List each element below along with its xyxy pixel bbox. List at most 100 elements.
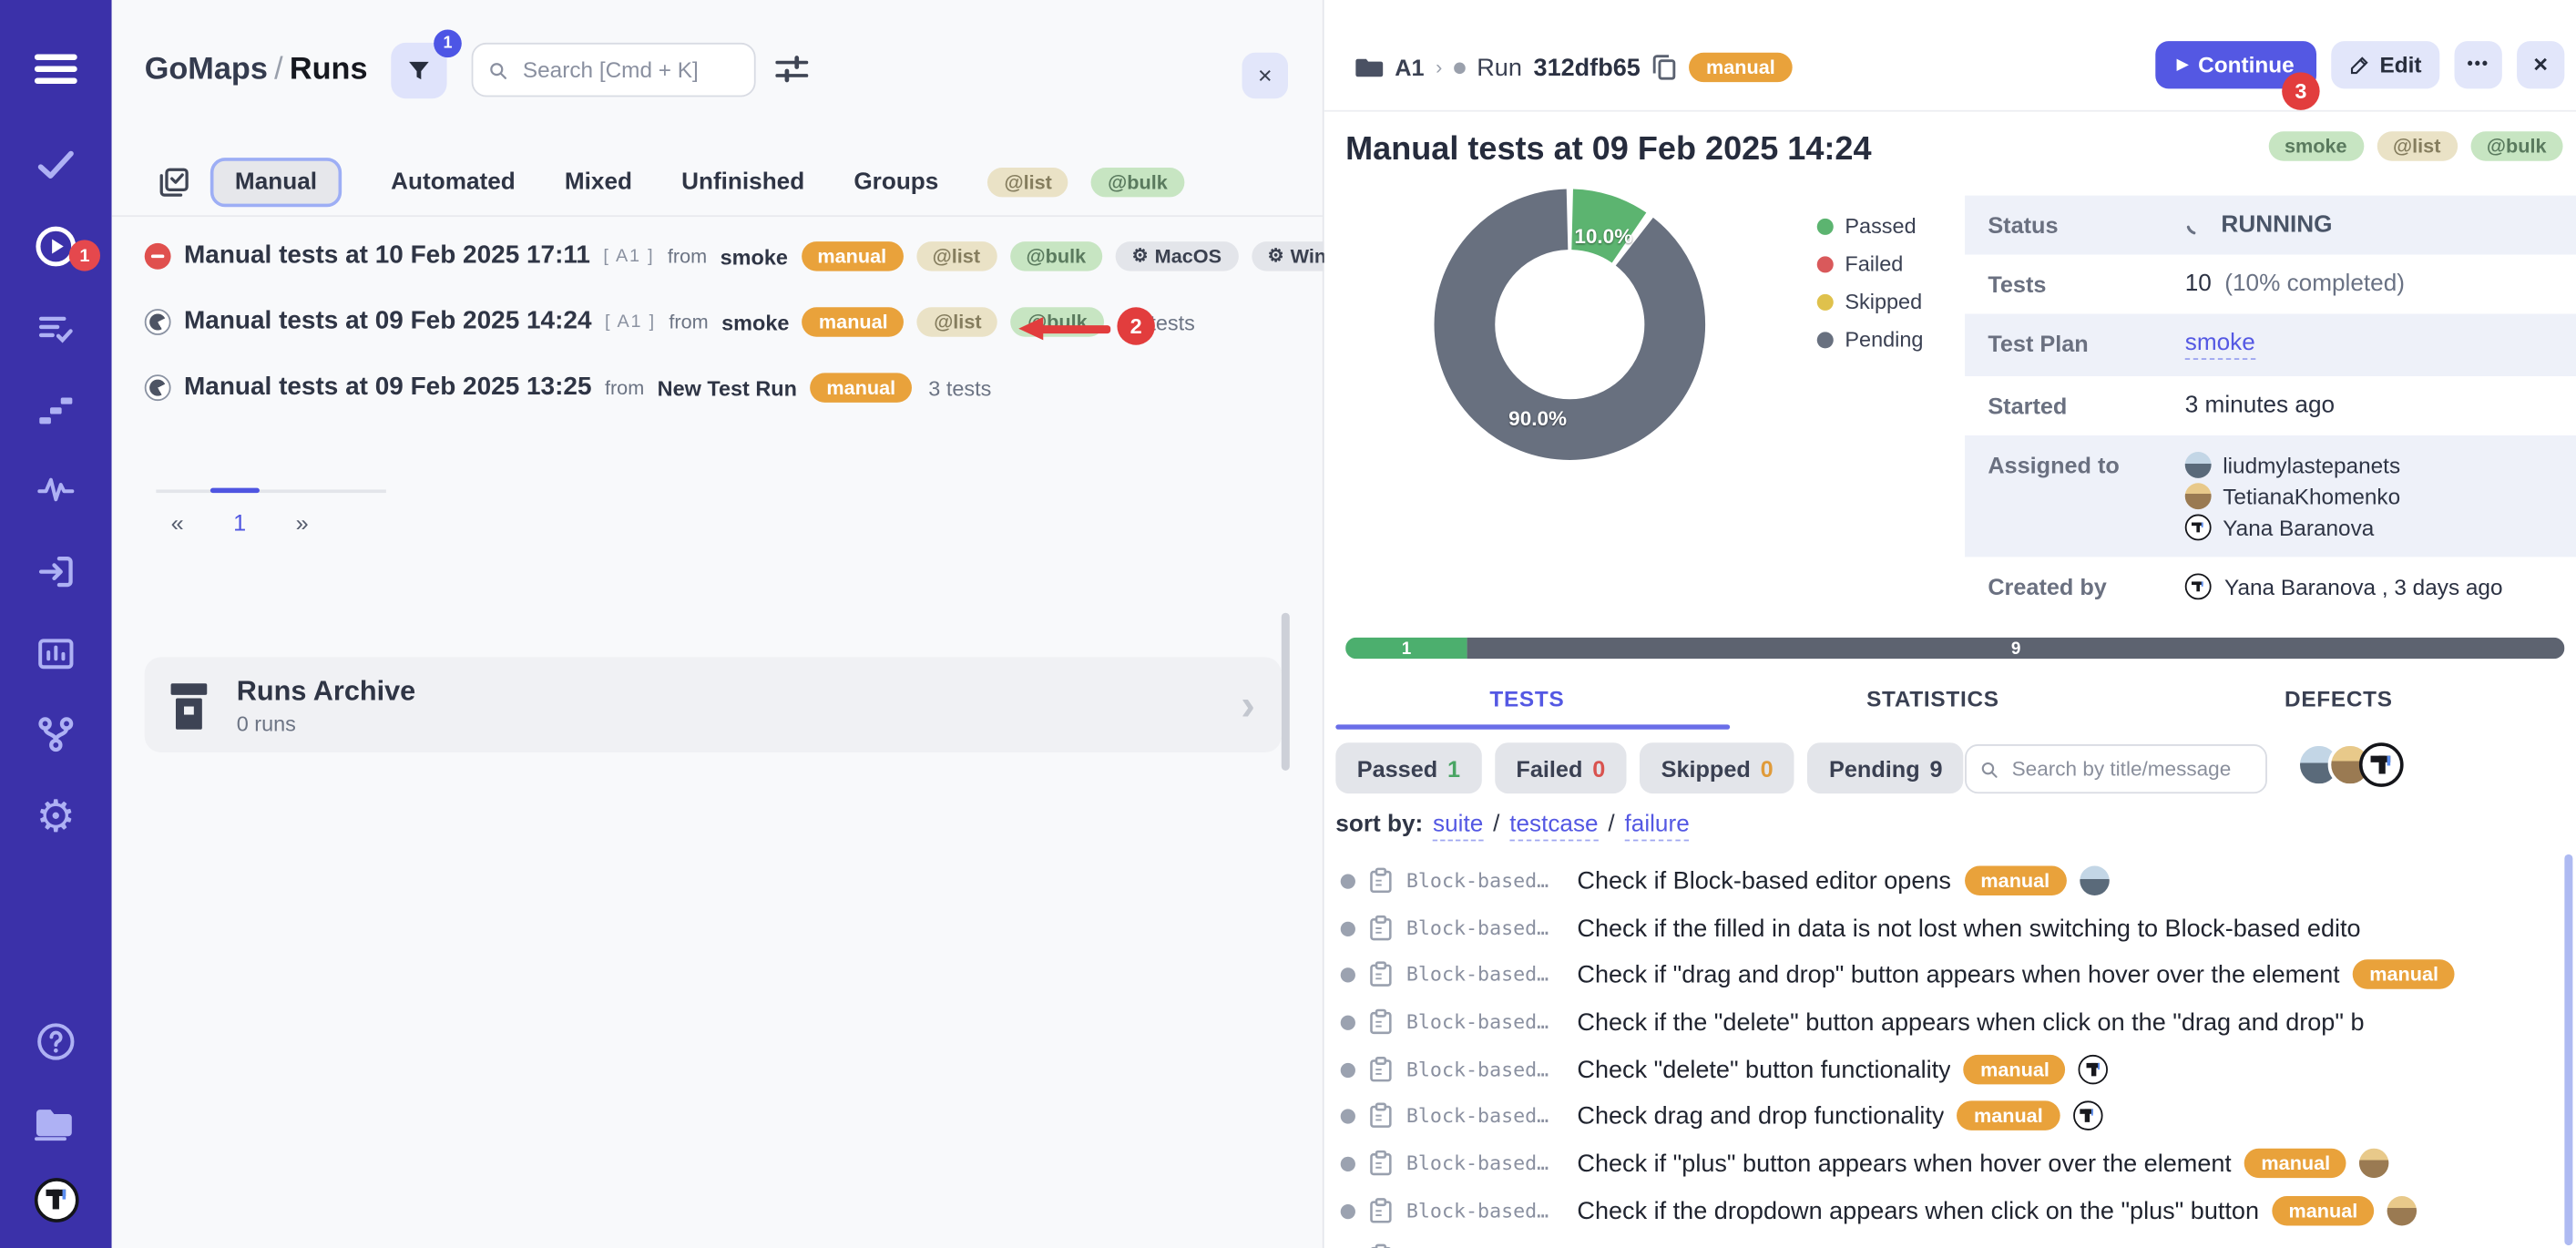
test-title[interactable]: Check if the dropdown appears when click… <box>1577 1197 2259 1225</box>
tag-filter-bulk[interactable]: @bulk <box>1091 167 1184 196</box>
breadcrumb-suite[interactable]: A1 <box>1395 55 1424 81</box>
checklist-icon[interactable] <box>33 305 78 351</box>
chevron-right-icon: › <box>1436 56 1442 78</box>
assignee-avatar-stack[interactable] <box>2296 742 2403 787</box>
runs-archive-card[interactable]: Runs Archive 0 runs › <box>145 657 1282 752</box>
panel-close-button[interactable]: × <box>1242 53 1288 98</box>
pending-dot <box>1341 1109 1355 1123</box>
edit-button[interactable]: Edit <box>2330 41 2439 88</box>
run-title[interactable]: Manual tests at 09 Feb 2025 14:24 <box>184 307 592 336</box>
more-button[interactable]: ••• <box>2455 41 2502 88</box>
test-row[interactable]: Block-based… Check if the dropdown appea… <box>1324 1192 2576 1231</box>
run-source: smoke <box>721 310 789 334</box>
sort-by-testcase[interactable]: testcase <box>1509 812 1598 841</box>
runs-search-input[interactable] <box>519 56 739 84</box>
tab-defects[interactable]: DEFECTS <box>2136 673 2541 724</box>
info-row-status: Status RUNNING <box>1965 196 2576 255</box>
select-all-icon[interactable] <box>158 165 190 198</box>
stopped-status-icon <box>145 243 171 270</box>
run-test-count: 3 tests <box>928 375 991 400</box>
tests-search[interactable] <box>1965 744 2267 793</box>
run-list-item[interactable]: Manual tests at 09 Feb 2025 13:25 from N… <box>145 373 992 402</box>
test-plan-link[interactable]: smoke <box>2185 331 2255 360</box>
test-title[interactable]: Check if the "delete" button appears whe… <box>1577 1008 2364 1036</box>
close-button[interactable]: × <box>2517 41 2564 88</box>
pagination-prev[interactable]: « <box>171 509 184 536</box>
signin-icon[interactable] <box>33 548 78 594</box>
run-from-label: from <box>669 311 708 333</box>
gear-icon[interactable]: ⚙ <box>33 793 78 839</box>
tab-statistics[interactable]: STATISTICS <box>1730 673 2135 724</box>
test-title[interactable]: Check if "plus" button appears when hove… <box>1577 1150 2232 1178</box>
run-actions: ▶ Continue Edit ••• × <box>2155 41 2564 88</box>
test-row[interactable]: Block-based… Check if the filled in data… <box>1324 908 2576 947</box>
sort-by-suite[interactable]: suite <box>1433 812 1483 841</box>
tab-mixed[interactable]: Mixed <box>565 169 632 195</box>
sidebar: 1 ⚙ <box>0 0 112 1248</box>
activity-icon[interactable] <box>33 466 78 513</box>
test-row-partial[interactable]: Block-based… <box>1324 1237 2576 1248</box>
clipboard-icon <box>1368 961 1393 987</box>
left-scrollbar[interactable] <box>1282 613 1290 771</box>
test-row[interactable]: Block-based… Check if "drag and drop" bu… <box>1324 955 2576 994</box>
chip-pending[interactable]: Pending9 <box>1808 742 1964 793</box>
breadcrumb-project[interactable]: GoMaps <box>145 53 268 87</box>
runs-search[interactable] <box>472 43 756 97</box>
copy-icon[interactable] <box>1651 53 1678 82</box>
run-title[interactable]: Manual tests at 09 Feb 2025 13:25 <box>184 373 592 402</box>
tag-list: @list <box>916 241 997 271</box>
test-row[interactable]: Block-based… Check if "plus" button appe… <box>1324 1143 2576 1182</box>
test-row[interactable]: Block-based… Check "delete" button funct… <box>1324 1049 2576 1089</box>
pagination-next[interactable]: » <box>296 509 309 536</box>
chip-passed[interactable]: Passed1 <box>1335 742 1481 793</box>
test-title[interactable]: Check if "drag and drop" button appears … <box>1577 960 2339 988</box>
test-row[interactable]: Block-based… Check if the "delete" butto… <box>1324 1002 2576 1041</box>
tab-tests[interactable]: TESTS <box>1324 673 1730 724</box>
gear-icon: ⚙ <box>1132 247 1149 265</box>
info-row-created: Created by Yana Baranova , 3 days ago <box>1965 557 2576 616</box>
bar-chart-icon[interactable] <box>33 631 78 677</box>
user-logo[interactable] <box>33 1176 78 1222</box>
test-title[interactable]: Check if Block-based editor opens <box>1577 866 1951 895</box>
help-icon[interactable] <box>33 1018 78 1065</box>
active-tab-underline <box>1335 724 1730 729</box>
right-scrollbar[interactable] <box>2564 854 2572 1245</box>
branch-icon[interactable] <box>33 711 78 758</box>
sort-label: sort by: <box>1335 812 1423 838</box>
run-from-label: from <box>605 376 644 399</box>
tab-unfinished[interactable]: Unfinished <box>681 169 804 195</box>
tests-search-input[interactable] <box>2009 756 2253 783</box>
folder-icon[interactable] <box>33 1100 78 1146</box>
avatar <box>2185 483 2212 509</box>
chip-failed[interactable]: Failed0 <box>1495 742 1627 793</box>
run-list-item[interactable]: Manual tests at 10 Feb 2025 17:11 [ A1 ]… <box>145 241 1485 271</box>
chip-skipped[interactable]: Skipped0 <box>1640 742 1794 793</box>
tab-manual[interactable]: Manual <box>210 157 342 206</box>
info-row-plan: Test Plan smoke <box>1965 313 2576 376</box>
test-title[interactable]: Check "delete" button functionality <box>1577 1056 1950 1084</box>
tag-filter-list[interactable]: @list <box>987 167 1068 196</box>
sort-by-failure[interactable]: failure <box>1625 812 1690 841</box>
avatar <box>2185 573 2212 599</box>
menu-icon[interactable] <box>33 46 78 91</box>
annotation-badge-3: 3 <box>2282 72 2319 109</box>
tab-automated[interactable]: Automated <box>391 169 516 195</box>
archive-count: 0 runs <box>237 711 416 735</box>
test-row[interactable]: Block-based… Check drag and drop functio… <box>1324 1096 2576 1135</box>
run-source: smoke <box>721 244 788 269</box>
run-label: Run <box>1477 54 1522 82</box>
run-suite-ref: [ A1 ] <box>603 247 654 267</box>
test-row[interactable]: Block-based… Check if Block-based editor… <box>1324 861 2576 900</box>
check-icon[interactable] <box>33 141 78 187</box>
assignee[interactable]: liudmylastepanets <box>2185 452 2400 478</box>
steps-icon[interactable] <box>33 388 78 434</box>
test-title[interactable]: Check if the filled in data is not lost … <box>1577 915 2360 943</box>
adjustments-icon[interactable] <box>775 55 808 92</box>
tag-manual: manual <box>2244 1149 2346 1178</box>
run-title[interactable]: Manual tests at 10 Feb 2025 17:11 <box>184 241 590 271</box>
pagination-page-1[interactable]: 1 <box>233 509 246 536</box>
assignee[interactable]: TetianaKhomenko <box>2185 483 2400 509</box>
assignee[interactable]: Yana Baranova <box>2185 515 2400 541</box>
test-title[interactable]: Check drag and drop functionality <box>1577 1101 1944 1130</box>
tab-groups[interactable]: Groups <box>854 169 938 195</box>
